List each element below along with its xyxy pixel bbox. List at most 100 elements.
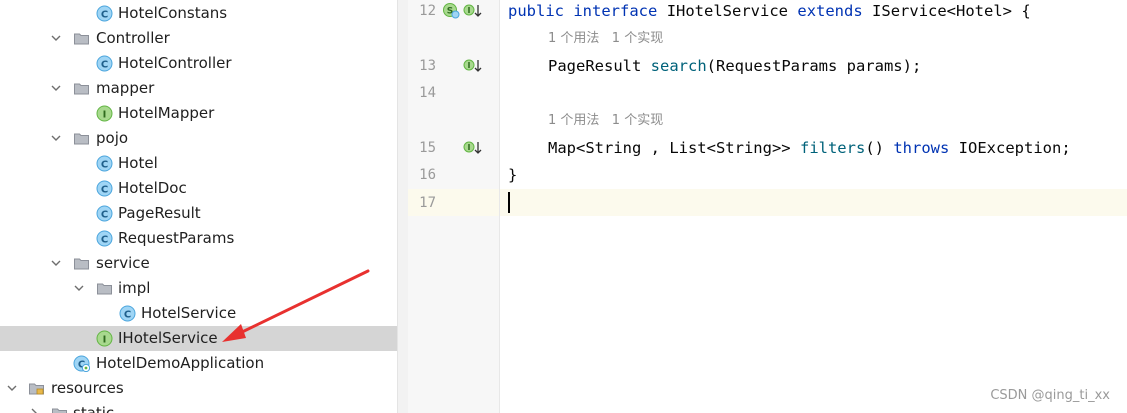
tree-item-hoteldemoapplication[interactable]: C HotelDemoApplication	[0, 351, 397, 376]
tree-item-label: static	[73, 404, 115, 413]
spring-bean-gutter-icon[interactable]: S	[442, 2, 462, 20]
interface-icon: I	[96, 330, 113, 347]
class-icon: C	[96, 55, 113, 72]
keyword: extends	[797, 2, 863, 20]
class-icon: C	[96, 155, 113, 172]
folder-icon	[73, 80, 90, 97]
svg-text:I: I	[103, 110, 107, 121]
svg-text:C: C	[101, 235, 108, 246]
code-line-16[interactable]: }	[508, 164, 517, 186]
tree-item-hotelservice[interactable]: C HotelService	[0, 301, 397, 326]
tree-item-requestparams[interactable]: C RequestParams	[0, 226, 397, 251]
chevron-down-icon[interactable]	[50, 257, 62, 269]
tree-item-label: pojo	[96, 129, 129, 147]
type-name: PageResult	[548, 57, 642, 75]
keyword: throws	[893, 139, 950, 157]
tree-item-hoteldoc[interactable]: C HotelDoc	[0, 176, 397, 201]
chevron-down-icon[interactable]	[50, 32, 62, 44]
tree-item-ihotelservice[interactable]: I IHotelService	[0, 326, 397, 351]
class-icon: C	[119, 305, 136, 322]
svg-text:I: I	[468, 61, 471, 70]
svg-text:C: C	[124, 310, 131, 321]
tree-item-service[interactable]: service	[0, 251, 397, 276]
line-number: 17	[419, 195, 436, 211]
svg-text:C: C	[101, 160, 108, 171]
spring-boot-class-icon: C	[73, 355, 90, 372]
keyword: interface	[573, 2, 658, 20]
tree-item-hotelcontroller[interactable]: C HotelController	[0, 51, 397, 76]
svg-text:I: I	[468, 143, 471, 152]
chevron-down-icon[interactable]	[50, 132, 62, 144]
tree-item-label: service	[96, 254, 150, 272]
implemented-gutter-icon[interactable]: I	[463, 57, 483, 75]
chevron-right-icon[interactable]	[28, 407, 40, 413]
tree-item-label: HotelDoc	[118, 179, 187, 197]
tree-item-hotelmapper[interactable]: I HotelMapper	[0, 101, 397, 126]
chevron-down-icon[interactable]	[50, 82, 62, 94]
tree-item-label: RequestParams	[118, 229, 235, 247]
type-name: Map<String , List<String>>	[548, 139, 791, 157]
code-line-13[interactable]: PageResult search(RequestParams params);	[548, 55, 921, 77]
class-icon: C	[96, 180, 113, 197]
tree-item-label: mapper	[96, 79, 155, 97]
class-icon: C	[96, 205, 113, 222]
tree-item-hotelconstans[interactable]: C HotelConstans	[0, 1, 397, 26]
folder-icon	[96, 280, 113, 297]
tree-item-label: Hotel	[118, 154, 158, 172]
implemented-gutter-icon[interactable]: I	[463, 139, 483, 157]
tree-item-label: IHotelService	[118, 329, 218, 347]
current-line-highlight	[500, 189, 1127, 216]
tree-item-label: HotelController	[118, 54, 232, 72]
tree-item-label: HotelMapper	[118, 104, 215, 122]
panel-splitter[interactable]	[397, 0, 408, 413]
resources-folder-icon	[28, 380, 45, 397]
method-name: filters	[799, 139, 866, 157]
tree-item-label: resources	[51, 379, 124, 397]
editor-gutter: 12 S I 13 I 14 15 I 16 17	[408, 0, 500, 413]
chevron-down-icon[interactable]	[73, 282, 85, 294]
code-text: IService<Hotel> {	[872, 2, 1031, 20]
svg-text:C: C	[101, 185, 108, 196]
class-icon: C	[96, 5, 113, 22]
code-line-12[interactable]: public interface IHotelService extends I…	[508, 0, 1031, 22]
code-line-15[interactable]: Map<String , List<String>> filters() thr…	[548, 137, 1071, 159]
svg-text:I: I	[103, 335, 107, 346]
implemented-gutter-icon[interactable]: I	[463, 2, 483, 20]
line-number: 12	[419, 3, 436, 19]
tree-item-static[interactable]: static	[0, 401, 397, 413]
tree-item-label: PageResult	[118, 204, 201, 222]
code-editor[interactable]: public interface IHotelService extends I…	[500, 0, 1127, 413]
svg-text:C: C	[101, 10, 108, 21]
folder-icon	[73, 130, 90, 147]
folder-icon	[73, 30, 90, 47]
code-text: IOException;	[958, 139, 1071, 157]
svg-text:C: C	[101, 60, 108, 71]
tree-item-pojo[interactable]: pojo	[0, 126, 397, 151]
tree-item-pageresult[interactable]: C PageResult	[0, 201, 397, 226]
line-number: 14	[419, 85, 436, 101]
tree-item-mapper[interactable]: mapper	[0, 76, 397, 101]
interface-icon: I	[96, 105, 113, 122]
watermark: CSDN @qing_ti_xx	[990, 388, 1110, 403]
usages-inlay-hint[interactable]: 1 个用法 1 个实现	[548, 30, 663, 48]
tree-item-hotel[interactable]: C Hotel	[0, 151, 397, 176]
line-number: 15	[419, 140, 436, 156]
tree-item-label: Controller	[96, 29, 170, 47]
project-tree: C HotelConstans Controller C HotelContro…	[0, 0, 397, 413]
code-text: ()	[865, 139, 884, 157]
text-caret	[508, 192, 510, 213]
keyword: public	[508, 2, 564, 20]
svg-text:C: C	[101, 210, 108, 221]
chevron-down-icon[interactable]	[6, 382, 18, 394]
class-icon: C	[96, 230, 113, 247]
tree-item-controller[interactable]: Controller	[0, 26, 397, 51]
tree-item-label: impl	[118, 279, 151, 297]
folder-icon	[51, 405, 68, 413]
tree-item-impl[interactable]: impl	[0, 276, 397, 301]
tree-item-label: HotelDemoApplication	[96, 354, 265, 372]
tree-item-label: HotelService	[141, 304, 237, 322]
method-name: search	[650, 57, 707, 75]
usages-inlay-hint[interactable]: 1 个用法 1 个实现	[548, 112, 663, 130]
tree-item-resources[interactable]: resources	[0, 376, 397, 401]
line-number: 16	[419, 167, 436, 183]
